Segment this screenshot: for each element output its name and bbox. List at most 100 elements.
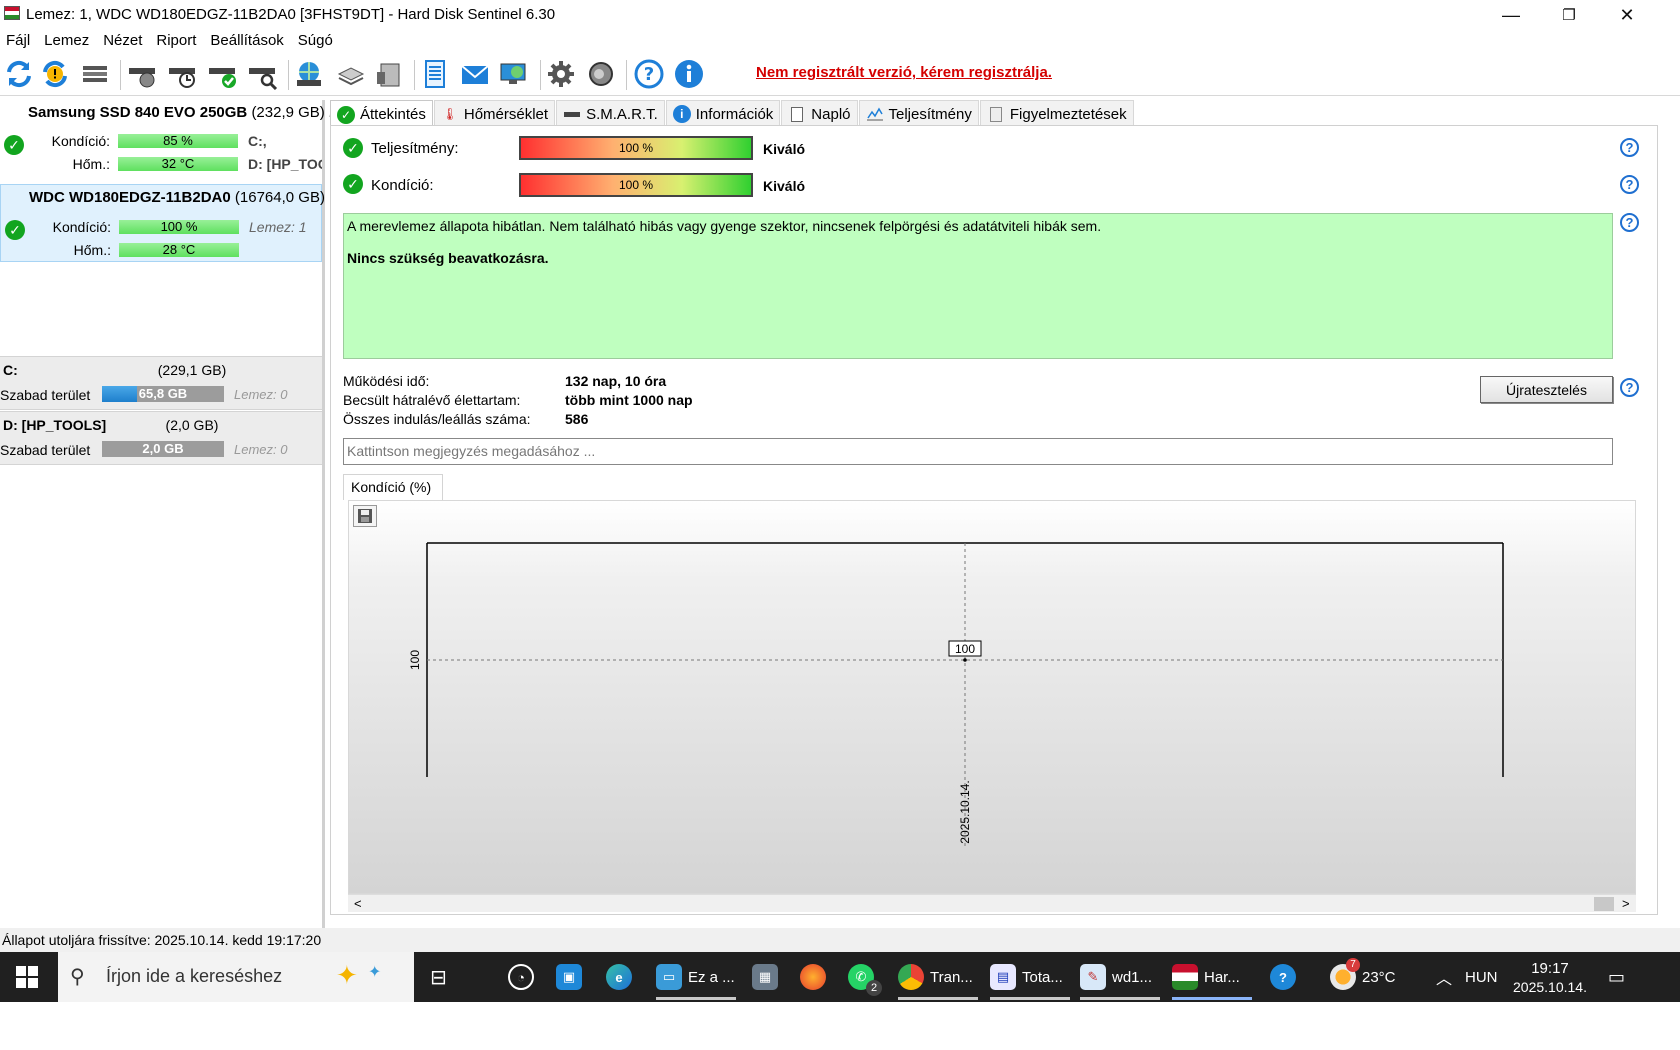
menu-disk[interactable]: Lemez <box>38 30 97 54</box>
sound-icon[interactable] <box>584 57 618 91</box>
minimize-button[interactable]: — <box>1482 0 1540 30</box>
temperature-label: Hőm.: <box>72 156 110 172</box>
tab-log[interactable]: Napló <box>781 100 858 125</box>
condition-bar: 100 % <box>119 220 239 234</box>
maximize-button[interactable]: ❐ <box>1540 0 1598 30</box>
menu-view[interactable]: Nézet <box>97 30 150 54</box>
menu-report[interactable]: Riport <box>150 30 204 54</box>
title-bar: Lemez: 1, WDC WD180EDGZ-11B2DA0 [3FHST9D… <box>0 0 1680 30</box>
help-icon[interactable]: ? <box>632 57 666 91</box>
drive-icon[interactable] <box>372 57 406 91</box>
status-description: A merevlemez állapota hibátlan. Nem talá… <box>347 218 1102 234</box>
x-tick-label: 2025.10.14. <box>958 780 972 843</box>
disk-item[interactable]: Samsung SSD 840 EVO 250GB (232,9 GB) Le … <box>0 100 346 180</box>
tab-overview[interactable]: ✓ Áttekintés <box>330 100 433 126</box>
close-button[interactable]: ✕ <box>1598 0 1656 30</box>
taskbar-app-hdsentinel[interactable]: Har... <box>1172 952 1252 1002</box>
weather-temperature: 23°C <box>1362 968 1396 986</box>
web-report-icon[interactable] <box>496 57 530 91</box>
taskbar-app-chrome[interactable]: Tran... <box>898 952 978 1002</box>
weather-widget[interactable]: 7 23°C <box>1330 952 1396 1002</box>
taskbar-app-explorer[interactable]: ▭ Ez a ... <box>656 952 736 1002</box>
taskbar-app-label: Tota... <box>1022 968 1063 986</box>
toolbar-separator <box>626 60 627 90</box>
edge-app[interactable]: e <box>606 952 632 1002</box>
firefox-app[interactable] <box>800 952 826 1002</box>
tab-temperature[interactable]: 🌡 Hőmérséklet <box>433 100 556 125</box>
chevron-up-icon[interactable]: ︿ <box>1436 952 1452 1002</box>
scroll-right-icon[interactable]: > <box>1622 896 1630 911</box>
tab-information[interactable]: i Információk <box>665 100 781 125</box>
partition-item[interactable]: D: [HP_TOOLS] (2,0 GB) Szabad terület 2,… <box>0 411 322 465</box>
overview-panel: ✓ Teljesítmény: 100 % Kiváló ? ✓ Kondíci… <box>330 125 1658 915</box>
refresh-warning-icon[interactable] <box>38 57 72 91</box>
clock[interactable]: 19:17 2025.10.14. <box>1510 952 1590 1002</box>
notification-icon[interactable]: ▭ <box>1608 952 1625 1002</box>
alerts-document-icon <box>987 105 1005 123</box>
speedometer-app[interactable]: ◔ <box>508 952 534 1002</box>
scroll-thumb[interactable] <box>1594 897 1614 911</box>
status-action: Nincs szükség beavatkozásra. <box>347 250 549 266</box>
unregistered-link[interactable]: Nem regisztrált verzió, kérem regisztrál… <box>756 64 1052 81</box>
disk-list-icon[interactable] <box>78 57 112 91</box>
menu-file[interactable]: Fájl <box>0 30 38 54</box>
language-indicator[interactable]: HUN <box>1465 952 1498 1002</box>
active-app-indicator <box>1080 997 1160 1000</box>
speedometer-icon: ◔ <box>508 964 534 990</box>
remaining-life-value: több mint 1000 nap <box>565 392 693 408</box>
tab-alerts[interactable]: Figyelmeztetések <box>979 100 1134 125</box>
retest-button[interactable]: Újratesztelés <box>1480 376 1613 403</box>
help-icon[interactable]: ? <box>1620 175 1639 194</box>
chart-scrollbar[interactable]: < > <box>348 894 1636 912</box>
gear-icon[interactable] <box>544 57 578 91</box>
sparkle-small-icon: ✦ <box>368 964 382 981</box>
menu-bar: Fájl Lemez Nézet Riport Beállítások Súgó <box>0 30 1680 54</box>
disk-partitions: C:, <box>248 133 267 149</box>
network-disk-icon[interactable] <box>292 57 326 91</box>
app-monitor[interactable]: ▣ <box>556 952 582 1002</box>
condition-chart: 100 2025.10.14. 100 <box>348 500 1636 894</box>
taskbar-app-paint[interactable]: ✎ wd1... <box>1080 952 1160 1002</box>
taskbar: ⚲ Írjon ide a kereséshez ✦ ✦ ⊟ ◔ ▣ e ▭ E… <box>0 952 1680 1002</box>
info-icon[interactable] <box>672 57 706 91</box>
app-icon <box>4 6 20 20</box>
desktop-strip <box>0 1002 1680 1050</box>
refresh-icon[interactable] <box>2 57 36 91</box>
toolbar-separator <box>120 60 121 90</box>
help-icon[interactable]: ? <box>1620 213 1639 232</box>
help-icon[interactable]: ? <box>1620 138 1639 157</box>
calculator-app[interactable]: ▦ <box>752 952 778 1002</box>
disk-timer-icon[interactable] <box>166 57 200 91</box>
disk-stack-icon[interactable] <box>334 57 368 91</box>
help-icon[interactable]: ? <box>1620 378 1639 397</box>
chart-tab-condition[interactable]: Kondíció (%) <box>343 474 443 500</box>
disk-check-icon[interactable] <box>206 57 240 91</box>
start-button[interactable] <box>16 952 38 1002</box>
tab-label: Információk <box>695 105 774 123</box>
disk-name: WDC WD180EDGZ-11B2DA0 (16764,0 GB) <box>29 189 325 206</box>
note-input[interactable]: Kattintson megjegyzés megadásához ... <box>343 438 1613 465</box>
task-view-icon[interactable]: ⊟ <box>430 952 447 1002</box>
scroll-left-icon[interactable]: < <box>354 896 362 911</box>
partition-item[interactable]: C: (229,1 GB) Szabad terület 65,8 GB Lem… <box>0 356 322 410</box>
tab-performance[interactable]: Teljesítmény <box>858 100 979 125</box>
start-stop-label: Összes indulás/leállás száma: <box>343 411 531 427</box>
disk-search-icon[interactable] <box>246 57 280 91</box>
taskbar-search[interactable]: ⚲ Írjon ide a kereséshez ✦ ✦ <box>58 952 414 1002</box>
tab-label: S.M.A.R.T. <box>586 105 658 123</box>
data-point <box>963 658 967 662</box>
whatsapp-app[interactable]: ✆ 2 <box>848 952 882 1002</box>
mail-icon[interactable] <box>458 57 492 91</box>
menu-help[interactable]: Súgó <box>292 30 341 54</box>
free-space-value: 65,8 GB <box>138 386 188 401</box>
disk-item-selected[interactable]: WDC WD180EDGZ-11B2DA0 (16764,0 GB) ✓ Kon… <box>0 184 325 262</box>
remaining-life-label: Becsült hátralévő élettartam: <box>343 392 521 408</box>
tab-smart[interactable]: S.M.A.R.T. <box>556 100 665 125</box>
report-icon[interactable] <box>418 57 452 91</box>
search-placeholder: Írjon ide a kereséshez <box>106 966 283 986</box>
taskbar-app-total[interactable]: ▤ Tota... <box>990 952 1070 1002</box>
menu-settings[interactable]: Beállítások <box>204 30 291 54</box>
check-icon: ✓ <box>343 174 363 194</box>
help-app[interactable]: ? <box>1270 952 1296 1002</box>
disk-test-icon[interactable] <box>126 57 160 91</box>
